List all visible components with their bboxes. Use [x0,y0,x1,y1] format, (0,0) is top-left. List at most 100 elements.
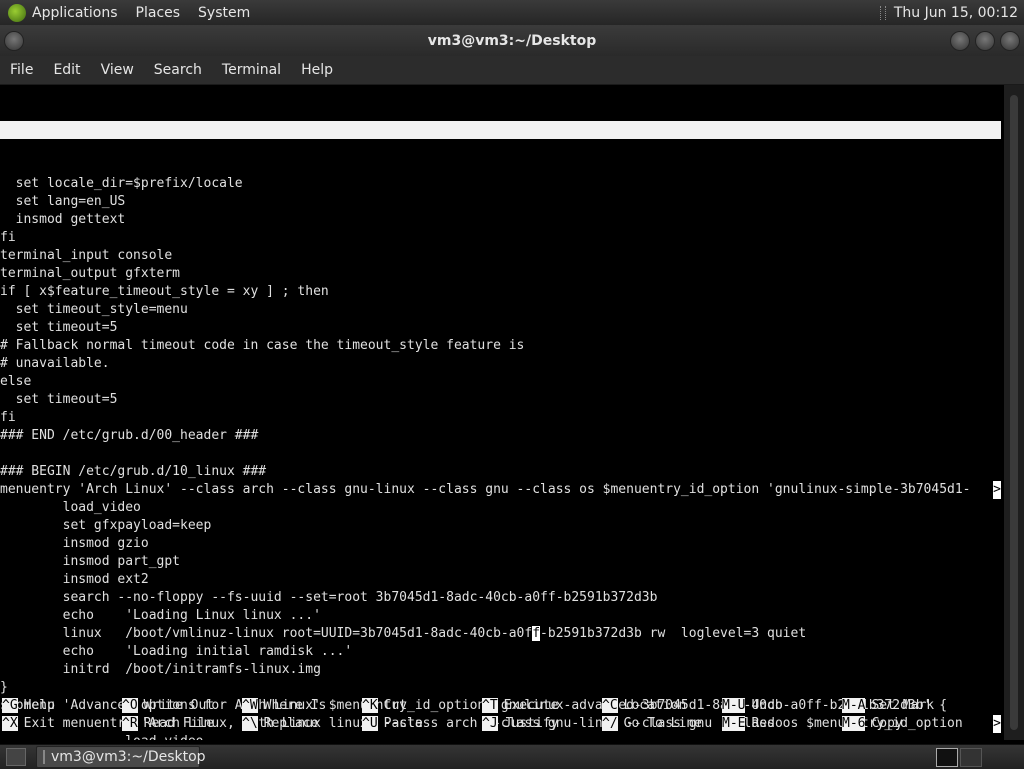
editor-line[interactable]: set locale_dir=$prefix/locale [0,175,1004,193]
menu-search[interactable]: Search [144,62,212,78]
shortcut-key: ^K [362,698,378,713]
editor-line[interactable]: search --no-floppy --fs-uuid --set=root … [0,589,1004,607]
editor-line[interactable]: insmod gzio [0,535,1004,553]
editor-line[interactable]: set timeout_style=menu [0,301,1004,319]
applications-menu[interactable]: Applications [32,5,118,21]
editor-line[interactable]: else [0,373,1004,391]
line-text: search --no-floppy --fs-uuid --set=root … [0,590,658,605]
workspace-2-icon[interactable] [960,748,982,767]
editor-line[interactable]: if [ x$feature_timeout_style = xy ] ; th… [0,283,1004,301]
shortcut-item: ^C Location [602,697,686,715]
shortcut-key: ^W [242,698,258,713]
line-text: linux /boot/vmlinuz-linux root=UUID=3b70… [0,626,533,641]
line-text: set timeout=5 [0,392,118,407]
maximize-button[interactable] [975,31,995,51]
shortcut-label: Write Out [143,698,215,713]
line-text: insmod part_gpt [0,554,181,569]
line-text: -b2591b372d3b rw loglevel=3 quiet [540,626,807,641]
editor-line[interactable]: } [0,679,1004,697]
editor-line[interactable]: terminal_input console [0,247,1004,265]
window-menu-icon[interactable] [4,31,24,51]
shortcut-key: ^\ [242,716,258,731]
bottom-panel: vm3@vm3:~/Desktop [0,744,1024,769]
line-text: } [0,680,8,695]
line-text: fi [0,410,16,425]
shortcut-item: ^G Help [2,697,55,715]
shortcut-item: ^U Paste [362,715,423,733]
menu-view[interactable]: View [91,62,144,78]
editor-line[interactable]: # Fallback normal timeout code in case t… [0,337,1004,355]
editor-line[interactable]: fi [0,409,1004,427]
editor-line[interactable]: set timeout=5 [0,391,1004,409]
menu-file[interactable]: File [0,62,43,78]
line-text: insmod gettext [0,212,126,227]
editor-line[interactable]: terminal_output gfxterm [0,265,1004,283]
line-text: ### END /etc/grub.d/00_header ### [0,428,259,443]
workspace-switcher-icon[interactable] [936,748,958,767]
shortcut-item: ^R Read File [122,715,214,733]
editor-line[interactable]: load_video [0,733,1004,740]
editor-text[interactable]: set locale_dir=$prefix/locale set lang=e… [0,175,1004,740]
shortcut-label: Set Mark [871,698,935,713]
menu-help[interactable]: Help [291,62,343,78]
nano-filename: /boot/grub/grub.cfg [442,158,591,173]
line-text: ### BEGIN /etc/grub.d/10_linux ### [0,464,267,479]
menu-edit[interactable]: Edit [43,62,90,78]
line-text: terminal_input console [0,248,173,263]
terminal-icon [43,750,45,764]
editor-line[interactable]: ### BEGIN /etc/grub.d/10_linux ### [0,463,1004,481]
editor-line[interactable]: insmod gettext [0,211,1004,229]
show-desktop-icon[interactable] [6,748,26,766]
scrollbar-thumb[interactable] [1010,95,1018,730]
shortcut-item: ^X Exit [2,715,55,733]
places-menu[interactable]: Places [136,5,181,21]
shortcut-item: ^O Write Out [122,697,214,715]
shortcut-label: Undo [751,698,783,713]
line-text: # Fallback normal timeout code in case t… [0,338,525,353]
editor-line[interactable]: initrd /boot/initramfs-linux.img [0,661,1004,679]
line-text: load_video [0,734,203,740]
editor-line[interactable]: load_video [0,499,1004,517]
line-text: else [0,374,32,389]
terminal-area[interactable]: GNU nano 7.2 /boot/grub/grub.cfg set loc… [0,85,1004,740]
editor-line[interactable]: ### END /etc/grub.d/00_header ### [0,427,1004,445]
shortcut-label: Read File [143,716,215,731]
system-menu[interactable]: System [198,5,250,21]
editor-line[interactable]: set lang=en_US [0,193,1004,211]
shortcut-key: M-E [722,716,746,731]
close-button[interactable] [1000,31,1020,51]
line-overflow-marker: > [993,481,1001,499]
line-text: load_video [0,500,141,515]
shortcut-key: M-6 [842,716,866,731]
minimize-button[interactable] [950,31,970,51]
editor-line[interactable]: echo 'Loading Linux linux ...' [0,607,1004,625]
editor-line[interactable]: linux /boot/vmlinuz-linux root=UUID=3b70… [0,625,1004,643]
editor-line[interactable]: set gfxpayload=keep [0,517,1004,535]
line-text: set timeout=5 [0,320,118,335]
menu-terminal[interactable]: Terminal [212,62,291,78]
editor-line[interactable]: insmod part_gpt [0,553,1004,571]
editor-line[interactable]: # unavailable. [0,355,1004,373]
editor-line[interactable]: set timeout=5 [0,319,1004,337]
line-text: initrd /boot/initramfs-linux.img [0,662,321,677]
shortcut-key: ^C [602,698,618,713]
distro-logo-icon[interactable] [8,3,26,22]
nano-header: GNU nano 7.2 /boot/grub/grub.cfg [0,121,1001,173]
editor-line[interactable]: insmod ext2 [0,571,1004,589]
shortcut-key: ^O [122,698,138,713]
shortcut-item: M-6 Copy [842,715,903,733]
shortcut-label: Help [23,698,55,713]
panel-grip-icon[interactable] [879,5,886,20]
window-titlebar[interactable]: vm3@vm3:~/Desktop [0,25,1024,56]
clock[interactable]: Thu Jun 15, 00:12 [894,5,1018,21]
editor-line[interactable]: fi [0,229,1004,247]
line-text: fi [0,230,16,245]
terminal-scrollbar[interactable] [1004,85,1024,740]
taskbar-item-terminal[interactable]: vm3@vm3:~/Desktop [36,746,206,768]
editor-line[interactable] [0,445,1004,463]
shortcut-item: M-A Set Mark [842,697,934,715]
editor-line[interactable]: menuentry 'Arch Linux' --class arch --cl… [0,481,1004,499]
shortcut-item: M-U Undo [722,697,783,715]
line-text: # unavailable. [0,356,110,371]
editor-line[interactable]: echo 'Loading initial ramdisk ...' [0,643,1004,661]
